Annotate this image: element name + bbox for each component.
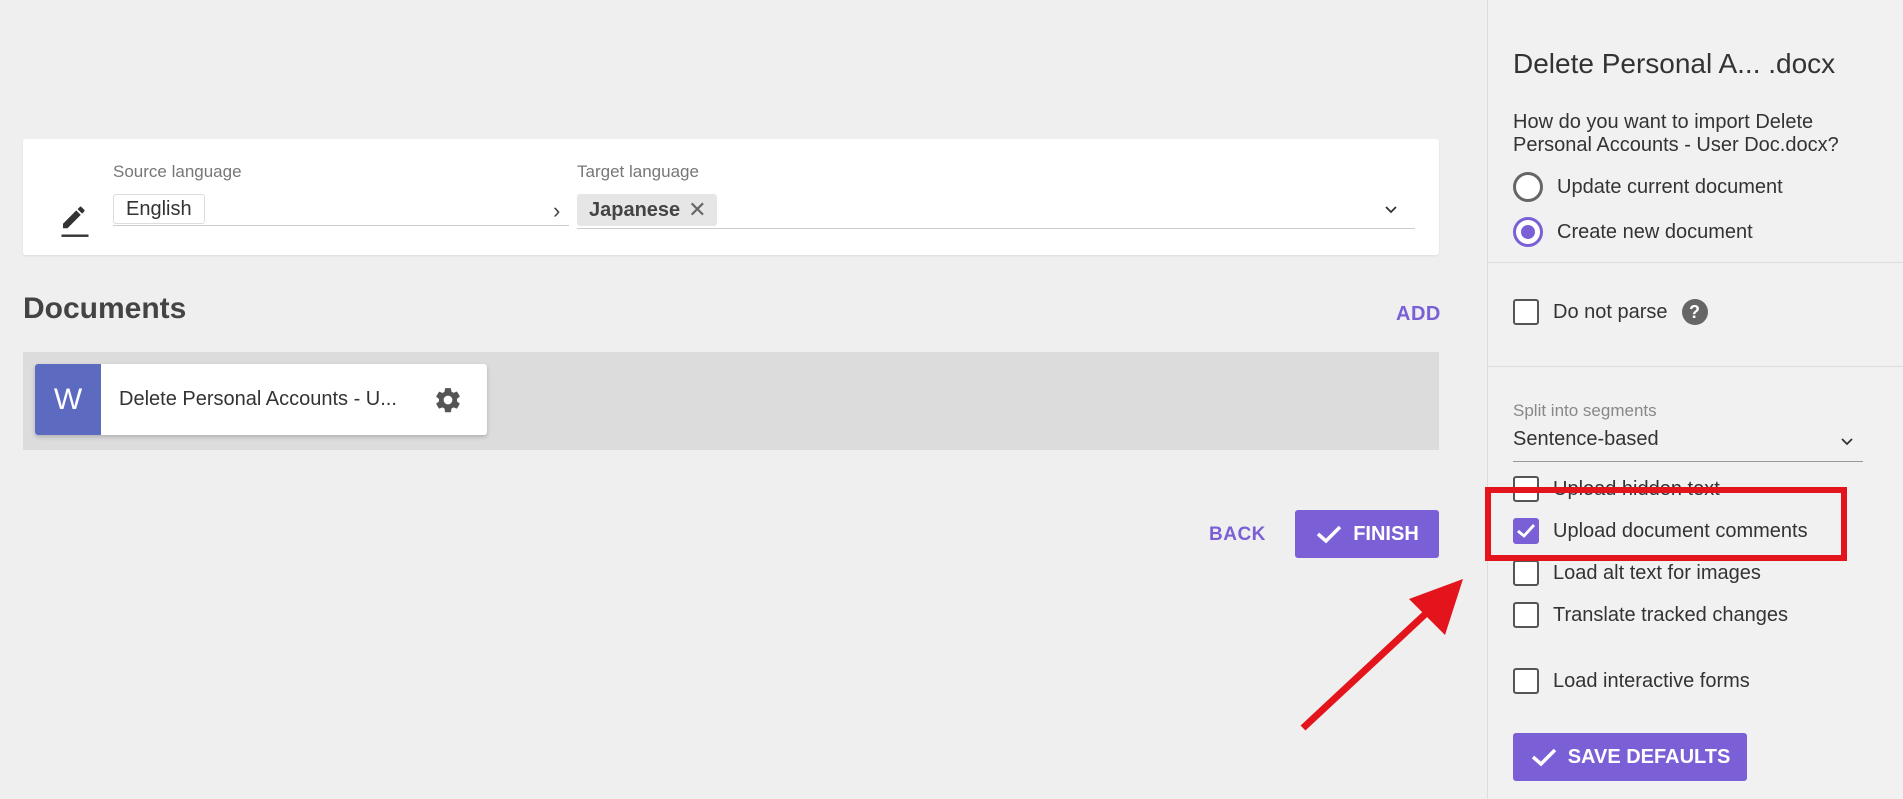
radio-update-current[interactable]: Update current document (1513, 172, 1783, 202)
annotation-highlight-box (1485, 487, 1847, 561)
close-icon[interactable]: ✕ (688, 194, 706, 226)
source-language-chip: English (113, 194, 205, 224)
language-card: Source language English › Target languag… (23, 139, 1439, 255)
do-not-parse-label: Do not parse (1553, 300, 1668, 323)
chevron-down-icon[interactable] (1383, 202, 1399, 218)
option-label: Translate tracked changes (1553, 603, 1788, 626)
checkbox[interactable] (1513, 299, 1539, 325)
radio-label: Update current document (1557, 175, 1783, 198)
radio-button[interactable] (1513, 172, 1543, 202)
source-language-field[interactable]: English (113, 192, 569, 226)
add-document-button[interactable]: ADD (1396, 303, 1441, 326)
option-load-interactive-forms[interactable]: Load interactive forms (1513, 668, 1750, 694)
document-card[interactable]: W Delete Personal Accounts - U... (35, 364, 487, 435)
check-icon (1531, 748, 1556, 767)
back-button[interactable]: BACK (1209, 524, 1266, 546)
save-defaults-button[interactable]: SAVE DEFAULTS (1513, 733, 1747, 781)
target-language-label: Target language (577, 162, 699, 181)
import-question: How do you want to import Delete Persona… (1513, 111, 1839, 156)
divider (1488, 366, 1903, 367)
chevron-right-icon: › (553, 198, 561, 223)
checkbox[interactable] (1513, 560, 1539, 586)
radio-create-new[interactable]: Create new document (1513, 217, 1753, 247)
finish-button-label: FINISH (1353, 522, 1419, 545)
help-icon[interactable]: ? (1681, 299, 1708, 325)
finish-button[interactable]: FINISH (1295, 510, 1439, 558)
radio-button-selected[interactable] (1513, 217, 1543, 247)
do-not-parse-option[interactable]: Do not parse ? (1513, 299, 1708, 325)
document-name: Delete Personal Accounts - U... (119, 388, 397, 410)
checkbox[interactable] (1513, 668, 1539, 694)
option-label: Load interactive forms (1553, 669, 1750, 692)
target-language-field[interactable]: Japanese ✕ (577, 192, 1415, 229)
source-language-label: Source language (113, 162, 242, 181)
panel-title: Delete Personal A... .docx (1513, 48, 1836, 79)
split-segments-label: Split into segments (1513, 401, 1657, 420)
main-area: Source language English › Target languag… (0, 0, 1487, 799)
annotation-arrow-icon (1300, 579, 1463, 731)
checkbox[interactable] (1513, 602, 1539, 628)
target-language-chip: Japanese ✕ (577, 194, 717, 226)
divider (1488, 262, 1903, 263)
documents-tray: W Delete Personal Accounts - U... (23, 352, 1439, 450)
gear-icon[interactable] (433, 385, 463, 415)
word-file-icon: W (35, 364, 101, 435)
split-segments-value: Sentence-based (1513, 428, 1659, 450)
save-defaults-label: SAVE DEFAULTS (1567, 745, 1731, 768)
option-label: Load alt text for images (1553, 561, 1761, 584)
split-segments-select[interactable]: Sentence-based (1513, 428, 1863, 462)
option-load-alt-text[interactable]: Load alt text for images (1513, 560, 1761, 586)
radio-label: Create new document (1557, 220, 1753, 243)
option-translate-tracked-changes[interactable]: Translate tracked changes (1513, 602, 1788, 628)
target-language-chip-label: Japanese (589, 199, 681, 221)
check-icon (1317, 525, 1342, 544)
pencil-icon (61, 206, 89, 237)
documents-heading: Documents (23, 292, 187, 325)
chevron-down-icon (1841, 438, 1853, 446)
import-settings-panel: Delete Personal A... .docx How do you wa… (1487, 0, 1903, 799)
